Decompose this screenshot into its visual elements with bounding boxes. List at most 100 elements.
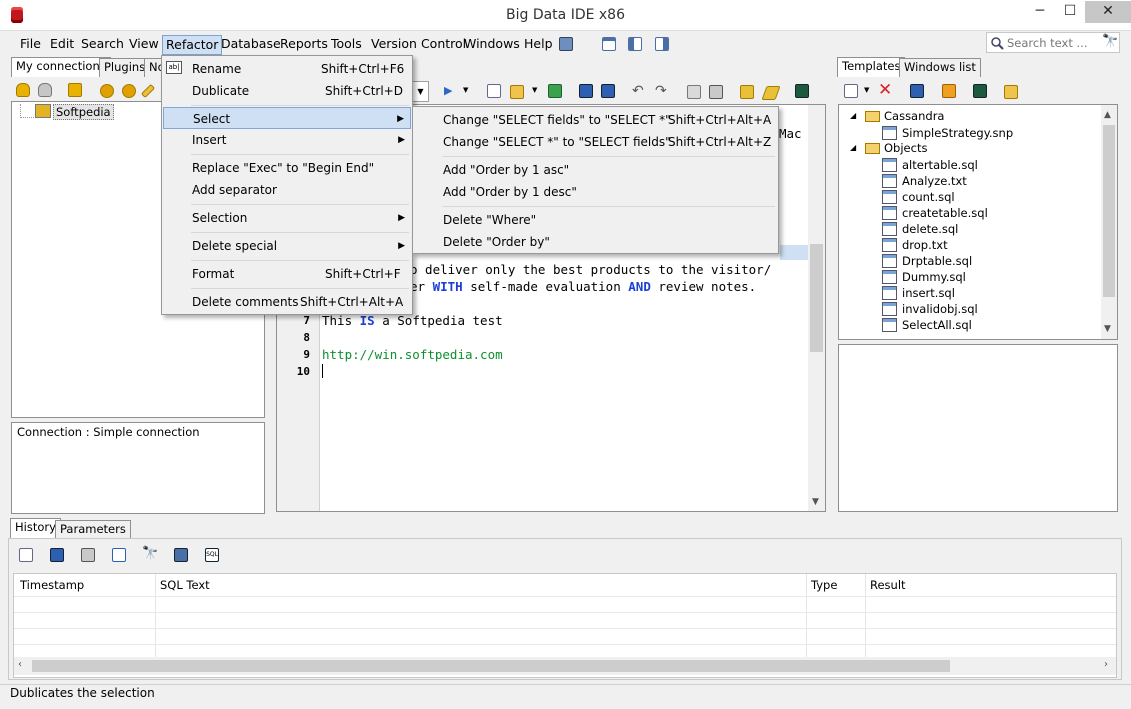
template-file[interactable]: Dummy.sql bbox=[882, 269, 966, 285]
menu-item-order-asc[interactable]: Add "Order by 1 asc" bbox=[414, 159, 777, 181]
template-file[interactable]: delete.sql bbox=[882, 221, 958, 237]
run-icon[interactable]: ▶ bbox=[444, 84, 452, 97]
template-file[interactable]: Drptable.sql bbox=[882, 253, 972, 269]
menu-item-format[interactable]: Format Shift+Ctrl+F bbox=[163, 263, 411, 285]
menu-database[interactable]: Database bbox=[218, 35, 284, 55]
menu-edit[interactable]: Edit bbox=[47, 35, 77, 55]
tab-templates[interactable]: Templates bbox=[837, 57, 906, 77]
minimize-button[interactable]: ─ bbox=[1025, 1, 1055, 23]
tree-objects[interactable]: Objects bbox=[884, 141, 927, 155]
window-icon[interactable] bbox=[910, 84, 924, 98]
menu-item-dublicate[interactable]: Dublicate Shift+Ctrl+D bbox=[163, 80, 411, 102]
tab-parameters[interactable]: Parameters bbox=[55, 520, 131, 539]
menu-reports[interactable]: Reports bbox=[277, 35, 331, 55]
menu-item-change-star-to-fields[interactable]: Change "SELECT *" to "SELECT fields" Shif… bbox=[414, 131, 777, 153]
new-file-icon[interactable] bbox=[487, 84, 501, 98]
save-icon[interactable] bbox=[50, 548, 64, 562]
binoculars-icon[interactable]: 🔭 bbox=[1102, 34, 1118, 49]
folder-icon[interactable] bbox=[1004, 85, 1018, 99]
template-file[interactable]: SelectAll.sql bbox=[882, 317, 972, 333]
column-header-sql-text[interactable]: SQL Text bbox=[160, 578, 210, 592]
column-header-result[interactable]: Result bbox=[870, 578, 906, 592]
menu-help[interactable]: Help bbox=[521, 35, 556, 55]
menu-item-selection[interactable]: Selection ▶ bbox=[163, 207, 411, 229]
new-template-icon[interactable] bbox=[844, 84, 858, 98]
run-dropdown-icon[interactable]: ▼ bbox=[463, 86, 468, 94]
menu-item-select[interactable]: Select ▶ bbox=[163, 107, 411, 129]
copy-icon[interactable] bbox=[112, 548, 126, 562]
new-icon[interactable] bbox=[19, 548, 33, 562]
menu-tools[interactable]: Tools bbox=[328, 35, 365, 55]
connect-icon[interactable] bbox=[68, 83, 82, 97]
scroll-left-icon[interactable]: ‹ bbox=[18, 659, 22, 670]
eraser-icon[interactable] bbox=[761, 86, 781, 100]
sql-icon[interactable]: SQL bbox=[205, 548, 219, 562]
camera-icon[interactable] bbox=[795, 84, 809, 98]
grid-icon[interactable] bbox=[174, 548, 188, 562]
preview-icon[interactable] bbox=[687, 85, 701, 99]
template-file[interactable]: Analyze.txt bbox=[882, 173, 967, 189]
camera2-icon[interactable] bbox=[973, 84, 987, 98]
tree-cassandra[interactable]: Cassandra bbox=[884, 109, 944, 123]
database-gray-icon[interactable] bbox=[38, 83, 52, 97]
menu-refactor[interactable]: Refactor bbox=[162, 35, 223, 55]
template-file[interactable]: drop.txt bbox=[882, 237, 948, 253]
tab-history[interactable]: History bbox=[10, 518, 61, 538]
scroll-up-icon[interactable]: ▲ bbox=[1104, 110, 1111, 120]
template-file[interactable]: invalidobj.sql bbox=[882, 301, 978, 317]
screen-icon[interactable] bbox=[559, 37, 573, 51]
search-box[interactable]: Search text ... bbox=[986, 32, 1120, 53]
editor-scroll-thumb[interactable] bbox=[810, 244, 823, 352]
layout2-icon[interactable] bbox=[628, 37, 642, 51]
layout1-icon[interactable] bbox=[602, 37, 616, 51]
scroll-down-icon[interactable]: ▼ bbox=[1104, 324, 1111, 334]
dropdown-toggle[interactable]: ▼ bbox=[412, 81, 429, 102]
menu-item-add-separator[interactable]: Add separator bbox=[163, 179, 411, 201]
tab-plugins[interactable]: Plugins bbox=[99, 58, 151, 77]
menu-item-change-fields-to-star[interactable]: Change "SELECT fields" to "SELECT *" Shif… bbox=[414, 109, 777, 131]
open-dropdown-icon[interactable]: ▼ bbox=[532, 86, 537, 94]
menu-view[interactable]: View bbox=[126, 35, 162, 55]
print-icon[interactable] bbox=[81, 548, 95, 562]
template-file[interactable]: altertable.sql bbox=[882, 157, 978, 173]
menu-item-insert[interactable]: Insert ▶ bbox=[163, 129, 411, 151]
scroll-down-icon[interactable]: ▼ bbox=[812, 497, 819, 507]
maximize-button[interactable]: ☐ bbox=[1055, 1, 1085, 23]
check-icon[interactable] bbox=[942, 84, 956, 98]
menu-item-rename[interactable]: Rename Shift+Ctrl+F6 bbox=[163, 58, 411, 80]
redo-icon[interactable]: ↷ bbox=[655, 83, 667, 99]
tree-root-softpedia[interactable]: Softpedia bbox=[53, 104, 114, 120]
template-dropdown-icon[interactable]: ▼ bbox=[864, 86, 869, 94]
menu-item-delete-order-by[interactable]: Delete "Order by" bbox=[414, 231, 777, 253]
template-file[interactable]: count.sql bbox=[882, 189, 955, 205]
expand-icon[interactable]: ◢ bbox=[850, 143, 856, 152]
menu-item-replace-exec[interactable]: Replace "Exec" to "Begin End" bbox=[163, 157, 411, 179]
menu-windows[interactable]: Windows bbox=[461, 35, 523, 55]
column-header-timestamp[interactable]: Timestamp bbox=[20, 578, 84, 592]
find-icon[interactable]: 🔭 bbox=[142, 546, 158, 561]
print-icon[interactable] bbox=[709, 85, 723, 99]
menu-version-control[interactable]: Version Control bbox=[368, 35, 469, 55]
templates-scroll-thumb[interactable] bbox=[1103, 125, 1115, 297]
wand-icon[interactable] bbox=[140, 83, 156, 99]
expand-icon[interactable]: ◢ bbox=[850, 111, 856, 120]
remove-icon[interactable] bbox=[122, 84, 136, 98]
scroll-right-icon[interactable]: › bbox=[1104, 659, 1108, 670]
menu-item-delete-where[interactable]: Delete "Where" bbox=[414, 209, 777, 231]
layout3-icon[interactable] bbox=[655, 37, 669, 51]
save-icon[interactable] bbox=[579, 84, 593, 98]
refresh-icon[interactable] bbox=[548, 84, 562, 98]
add-icon[interactable] bbox=[100, 84, 114, 98]
menu-item-delete-special[interactable]: Delete special ▶ bbox=[163, 235, 411, 257]
delete-icon[interactable]: ✕ bbox=[878, 80, 892, 100]
menu-item-delete-comments[interactable]: Delete comments Shift+Ctrl+Alt+A bbox=[163, 291, 411, 313]
close-button[interactable]: ✕ bbox=[1085, 1, 1131, 23]
column-header-type[interactable]: Type bbox=[811, 578, 837, 592]
menu-item-order-desc[interactable]: Add "Order by 1 desc" bbox=[414, 181, 777, 203]
open-folder-icon[interactable] bbox=[510, 85, 524, 99]
save-all-icon[interactable] bbox=[601, 84, 615, 98]
template-file[interactable]: SimpleStrategy.snp bbox=[882, 125, 1013, 141]
tab-my-connections[interactable]: My connections bbox=[11, 57, 111, 77]
undo-icon[interactable]: ↶ bbox=[632, 83, 644, 99]
history-scroll-thumb[interactable] bbox=[32, 660, 950, 672]
